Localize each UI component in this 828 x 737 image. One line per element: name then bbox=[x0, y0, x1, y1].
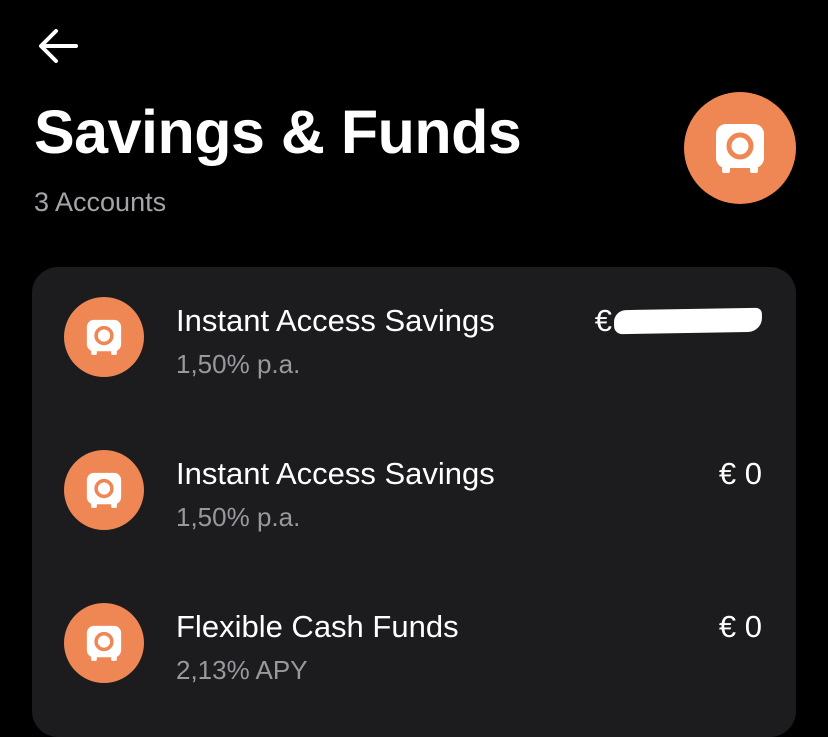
accounts-card: Instant Access Savings 1,50% p.a. € Inst… bbox=[32, 267, 796, 737]
account-rate: 2,13% APY bbox=[176, 655, 308, 685]
account-rate: 1,50% p.a. bbox=[176, 502, 301, 532]
account-avatar bbox=[64, 603, 144, 683]
account-avatar bbox=[64, 297, 144, 377]
safe-icon bbox=[716, 124, 764, 173]
account-rate: 1,50% p.a. bbox=[176, 349, 301, 379]
savings-avatar bbox=[684, 92, 796, 204]
back-button[interactable] bbox=[36, 24, 80, 68]
account-row[interactable]: Instant Access Savings 1,50% p.a. € bbox=[32, 267, 796, 379]
arrow-left-icon bbox=[39, 29, 78, 63]
account-balance: € bbox=[594, 302, 763, 340]
account-name: Instant Access Savings bbox=[176, 303, 495, 338]
accounts-count: 3 Accounts bbox=[34, 187, 167, 217]
redacted-balance bbox=[613, 307, 763, 335]
account-balance: € 0 bbox=[718, 456, 762, 491]
account-name: Flexible Cash Funds bbox=[176, 609, 459, 644]
account-row[interactable]: Instant Access Savings 1,50% p.a. € 0 bbox=[32, 420, 796, 532]
safe-icon bbox=[86, 319, 122, 355]
currency-symbol: € bbox=[594, 303, 612, 338]
safe-icon bbox=[86, 625, 122, 661]
account-row[interactable]: Flexible Cash Funds 2,13% APY € 0 bbox=[32, 573, 796, 685]
account-balance: € 0 bbox=[718, 609, 762, 644]
account-avatar bbox=[64, 450, 144, 530]
account-name: Instant Access Savings bbox=[176, 456, 495, 491]
safe-icon bbox=[86, 472, 122, 508]
page-title: Savings & Funds bbox=[34, 98, 522, 166]
